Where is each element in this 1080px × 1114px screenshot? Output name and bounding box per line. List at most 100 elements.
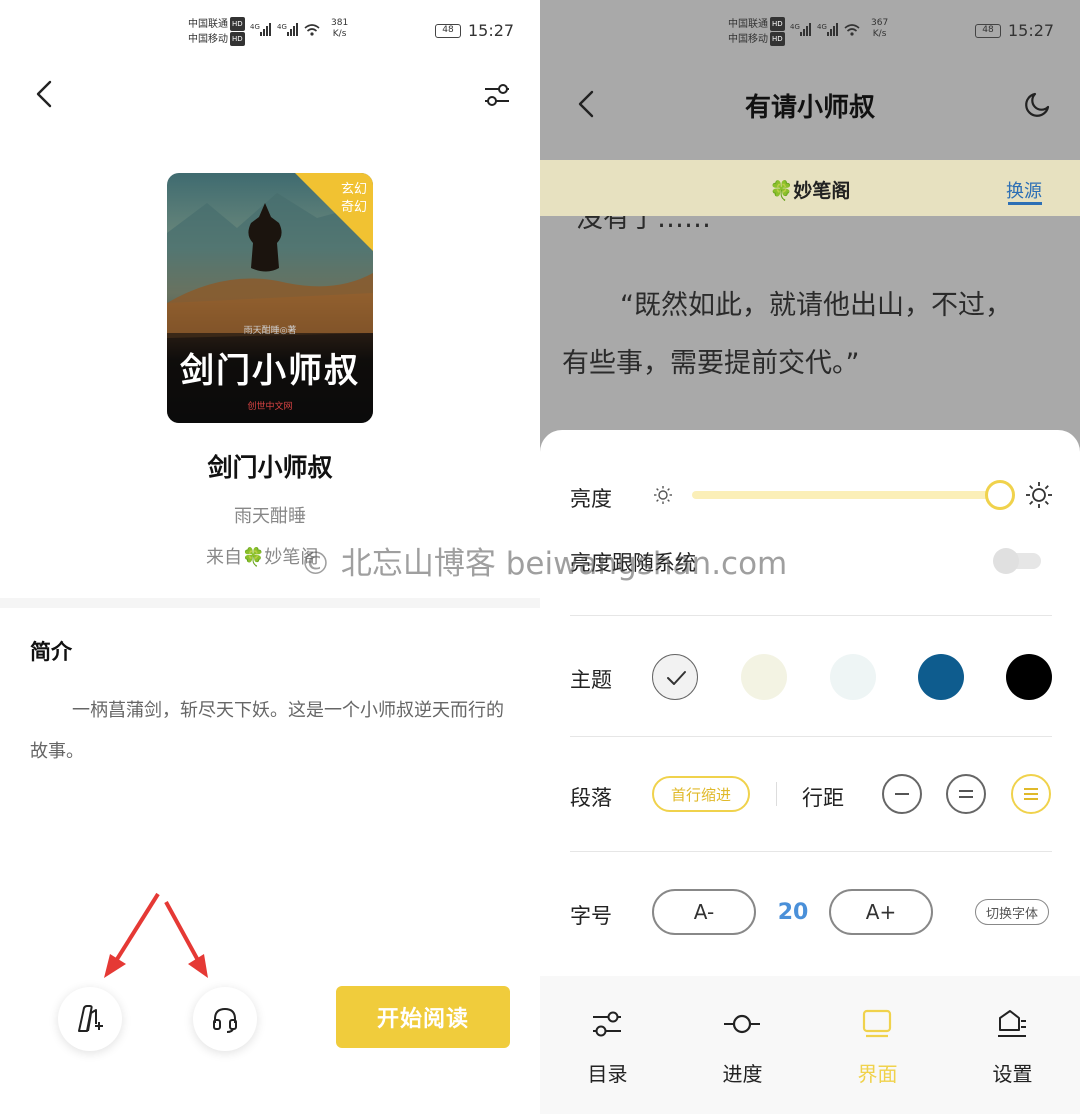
nav-settings[interactable]: 设置 <box>945 976 1080 1114</box>
signal-icon: 4G 4G <box>790 22 865 41</box>
brightness-label: 亮度 <box>570 487 612 511</box>
theme-swatch-black[interactable] <box>1006 654 1052 700</box>
battery-icon: 48 <box>975 24 1001 38</box>
carrier-info: 中国联通 HD 中国移动 HD <box>728 17 785 47</box>
separator <box>776 782 777 806</box>
carrier-1: 中国联通 <box>188 19 228 30</box>
hd-badge: HD <box>230 17 245 31</box>
hd-badge: HD <box>770 32 785 46</box>
carrier-2: 中国移动 <box>728 34 768 45</box>
section-divider <box>0 598 540 608</box>
cover-publisher-logo: 创世中文网 <box>247 402 293 412</box>
brightness-slider[interactable] <box>692 491 1000 499</box>
font-decrease-button[interactable]: A- <box>652 889 756 935</box>
switch-source-underline <box>1008 202 1042 205</box>
speed-unit: K/s <box>872 29 887 39</box>
reader-text-line: 有些事，需要提前交代。” <box>562 348 860 379</box>
reader-text-line: “既然如此，就请他出山，不过， <box>620 290 1012 321</box>
carrier-1: 中国联通 <box>728 19 768 30</box>
divider <box>570 851 1052 852</box>
clock: 15:27 <box>468 21 515 40</box>
start-reading-button[interactable]: 开始阅读 <box>336 986 510 1048</box>
brightness-low-icon <box>652 484 674 506</box>
network-speed: 381 K/s <box>331 18 348 40</box>
watermark: © 北忘山博客 beiwangshan.com <box>300 546 788 582</box>
status-bar: 中国联通 HD 中国移动 HD 4G 4G 367 K/s 48 15:27 <box>540 0 1080 62</box>
cover-author: 雨天酣睡◎著 <box>243 326 297 336</box>
clock: 15:27 <box>1008 21 1055 40</box>
line-spacing-small-button[interactable] <box>882 774 922 814</box>
line-spacing-three-icon <box>1024 788 1038 800</box>
nav-settings-label: 设置 <box>992 1062 1033 1086</box>
cover-title-art: 剑门小师叔 <box>180 351 360 391</box>
intro-text: 一柄菖蒲剑，斩尽天下妖。这是一个小师叔逆天而行的故事。 <box>30 700 504 762</box>
back-icon[interactable] <box>28 76 60 112</box>
speed-value: 367 <box>871 18 889 28</box>
line-spacing-two-icon <box>959 790 973 798</box>
headphones-icon <box>213 1007 237 1033</box>
nav-progress-label: 进度 <box>722 1062 763 1086</box>
network-speed: 367 K/s <box>871 18 888 40</box>
display-icon <box>857 1006 897 1042</box>
nav-display-label: 界面 <box>857 1062 898 1086</box>
genre-label: 玄幻 奇幻 <box>341 181 367 217</box>
add-to-shelf-button[interactable] <box>58 987 122 1051</box>
listen-button[interactable] <box>193 987 257 1051</box>
hd-badge: HD <box>770 17 785 31</box>
theme-label: 主题 <box>570 668 612 692</box>
genre-line-2: 奇幻 <box>340 200 367 215</box>
carrier-2: 中国移动 <box>188 34 228 45</box>
speed-value: 381 <box>331 18 349 28</box>
nav-progress[interactable]: 进度 <box>675 976 810 1114</box>
switch-source-link[interactable]: 换源 <box>1006 177 1042 203</box>
brightness-slider-knob[interactable] <box>985 480 1015 510</box>
annotation-arrows <box>104 892 208 978</box>
theme-swatch-blue[interactable] <box>918 654 964 700</box>
paragraph-label: 段落 <box>570 786 612 810</box>
night-mode-icon[interactable] <box>1020 88 1054 122</box>
source-bar: 🍀妙笔阁 换源 <box>540 160 1080 216</box>
switch-font-button[interactable]: 切换字体 <box>975 899 1049 925</box>
book-title: 剑门小师叔 <box>207 453 333 482</box>
source-name: 🍀妙笔阁 <box>769 180 851 202</box>
nav-catalog[interactable]: 目录 <box>540 976 675 1114</box>
intro-heading: 简介 <box>30 640 72 664</box>
battery-icon: 48 <box>435 24 461 38</box>
carrier-info: 中国联通 HD 中国移动 HD <box>188 17 245 47</box>
top-bar <box>0 62 540 138</box>
status-bar: 中国联通 HD 中国移动 HD 4G 4G 381 K/s 48 15:27 <box>0 0 540 62</box>
divider <box>570 615 1052 616</box>
settings-sliders-icon[interactable] <box>480 78 514 112</box>
add-to-shelf-icon <box>78 1005 103 1032</box>
chapter-title: 有请小师叔 <box>744 93 875 123</box>
brightness-high-icon <box>1024 480 1054 510</box>
svg-text:4G: 4G <box>817 23 827 31</box>
progress-icon <box>722 1006 762 1042</box>
theme-swatch-mint[interactable] <box>830 654 876 700</box>
line-spacing-one-icon <box>895 793 909 795</box>
settings-icon <box>992 1006 1032 1042</box>
nav-catalog-label: 目录 <box>587 1062 628 1086</box>
line-spacing-large-button[interactable] <box>1011 774 1051 814</box>
nav-display[interactable]: 界面 <box>810 976 945 1114</box>
hd-badge: HD <box>230 32 245 46</box>
theme-swatch-gray[interactable] <box>652 654 698 700</box>
speed-unit: K/s <box>332 29 347 39</box>
font-size-label: 字号 <box>570 904 612 928</box>
toggle-knob <box>993 548 1019 574</box>
svg-text:4G: 4G <box>277 23 287 31</box>
first-line-indent-toggle[interactable]: 首行缩进 <box>652 776 750 812</box>
font-increase-button[interactable]: A+ <box>829 889 933 935</box>
genre-line-1: 玄幻 <box>340 182 367 197</box>
font-size-value: 20 <box>777 900 809 925</box>
catalog-icon <box>587 1006 627 1042</box>
signal-icon: 4G 4G <box>250 22 325 41</box>
theme-swatch-cream[interactable] <box>741 654 787 700</box>
line-spacing-medium-button[interactable] <box>946 774 986 814</box>
bottom-nav: 目录 进度 界面 设置 <box>540 976 1080 1114</box>
svg-text:4G: 4G <box>250 23 260 31</box>
follow-system-toggle[interactable] <box>993 548 1041 574</box>
book-cover[interactable]: 玄幻奇幻 雨天酣睡◎著 剑门小师叔 创世中文网 <box>167 173 373 423</box>
book-author[interactable]: 雨天酣睡 <box>0 502 540 528</box>
check-icon <box>667 671 686 685</box>
